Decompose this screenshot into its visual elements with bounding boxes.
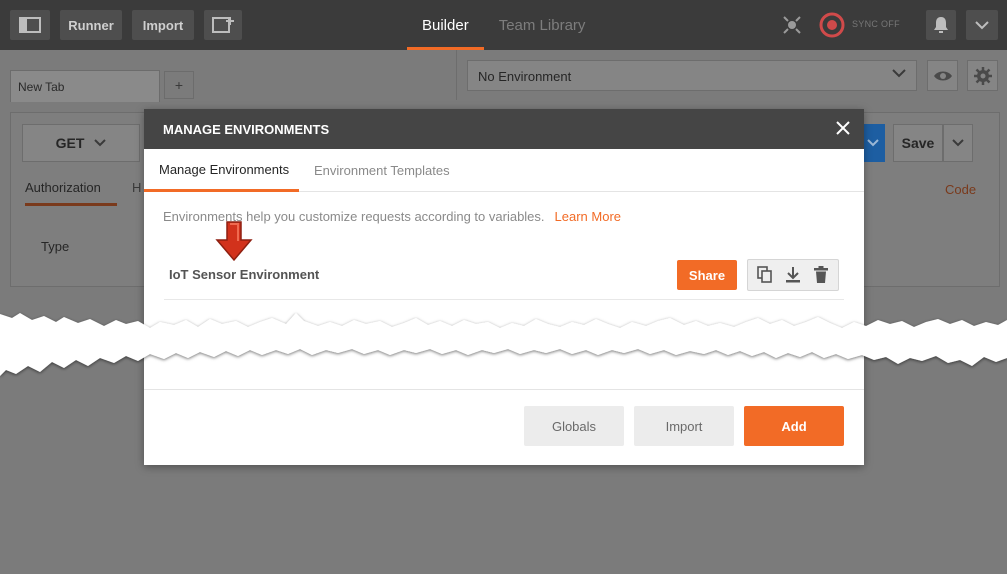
sidebar-toggle-button[interactable] — [10, 10, 50, 40]
auth-type-label: Type — [41, 239, 70, 254]
request-tab-strip: New Tab + — [0, 50, 456, 102]
satellite-icon — [783, 16, 801, 34]
sidebar-icon — [19, 17, 41, 33]
environment-select[interactable]: No Environment — [467, 60, 917, 91]
tab-authorization[interactable]: Authorization — [25, 180, 117, 206]
main-view-tabs: Builder Team Library — [407, 0, 600, 50]
interceptor-button[interactable] — [778, 11, 806, 39]
runner-button[interactable]: Runner — [60, 10, 122, 40]
sync-off-icon — [819, 12, 845, 38]
chevron-down-icon — [952, 139, 964, 147]
download-icon[interactable] — [781, 263, 805, 287]
learn-more-link[interactable]: Learn More — [555, 209, 621, 224]
gear-icon — [973, 66, 992, 85]
modal-header: MANAGE ENVIRONMENTS — [144, 109, 864, 149]
modal-footer: Globals Import Add — [144, 389, 864, 465]
new-tab-button[interactable]: + — [164, 71, 194, 99]
divider — [456, 50, 457, 100]
sync-status-label: SYNC OFF — [852, 19, 900, 29]
modal-title: MANAGE ENVIRONMENTS — [163, 122, 330, 137]
save-dropdown-button[interactable] — [943, 124, 973, 162]
delete-icon[interactable] — [809, 263, 833, 287]
environment-quick-look-button[interactable] — [927, 60, 958, 91]
modal-tabs: Manage Environments Environment Template… — [144, 149, 864, 192]
list-item[interactable]: IoT Sensor Environment Share — [164, 252, 844, 300]
new-window-icon — [212, 17, 234, 33]
eye-icon — [933, 71, 952, 80]
method-label: GET — [55, 135, 85, 151]
send-dropdown-button[interactable] — [861, 124, 885, 162]
close-icon[interactable] — [836, 121, 850, 135]
generate-code-link[interactable]: Code — [945, 182, 976, 197]
globals-button[interactable]: Globals — [524, 406, 624, 446]
tab-environment-templates[interactable]: Environment Templates — [314, 149, 450, 191]
import-button[interactable]: Import — [132, 10, 194, 40]
manage-environments-button[interactable] — [967, 60, 998, 91]
chevron-down-icon — [892, 69, 906, 78]
add-environment-button[interactable]: Add — [744, 406, 844, 446]
torn-paper-divider — [0, 313, 1007, 376]
share-button[interactable]: Share — [677, 260, 737, 290]
environment-name[interactable]: IoT Sensor Environment — [169, 267, 319, 282]
bell-icon — [934, 17, 948, 33]
chevron-down-icon — [975, 21, 989, 30]
notifications-button[interactable] — [926, 10, 956, 40]
sync-status-button[interactable] — [818, 11, 846, 39]
tab-manage-environments[interactable]: Manage Environments — [144, 149, 299, 192]
annotation-arrow-icon — [215, 221, 253, 262]
chevron-down-icon — [94, 139, 107, 147]
duplicate-icon[interactable] — [753, 263, 777, 287]
tab-team-library[interactable]: Team Library — [484, 0, 601, 50]
chevron-down-icon — [867, 139, 879, 147]
environment-select-value: No Environment — [478, 69, 572, 84]
settings-menu-button[interactable] — [966, 10, 998, 40]
environment-actions — [747, 259, 839, 291]
new-window-button[interactable] — [204, 10, 242, 40]
tab-builder[interactable]: Builder — [407, 0, 484, 50]
manage-environments-modal: MANAGE ENVIRONMENTS Manage Environments … — [144, 109, 864, 465]
request-tab[interactable]: New Tab — [10, 70, 160, 102]
method-select[interactable]: GET — [22, 124, 140, 162]
save-button[interactable]: Save — [893, 124, 943, 162]
top-toolbar: Runner Import Builder Team Library SYNC … — [0, 0, 1007, 50]
import-environment-button[interactable]: Import — [634, 406, 734, 446]
tab-headers[interactable]: H — [132, 180, 141, 195]
